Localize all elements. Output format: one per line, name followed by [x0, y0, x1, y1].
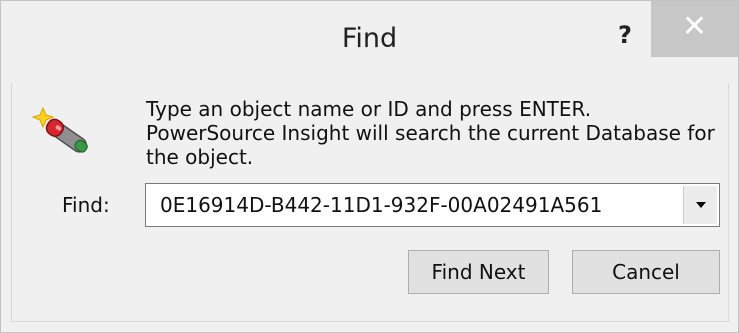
magic-wand-icon — [32, 106, 88, 153]
cancel-button[interactable]: Cancel — [572, 250, 720, 294]
find-label: Find: — [62, 193, 110, 217]
find-next-button[interactable]: Find Next — [408, 250, 549, 294]
instructions-line-2: PowerSource Insight will search the curr… — [146, 121, 715, 145]
chevron-down-icon — [695, 202, 706, 208]
find-input[interactable]: 0E16914D-B442-11D1-932F-00A02491A561 — [160, 193, 602, 217]
instructions-text: Type an object name or ID and press ENTE… — [146, 97, 716, 169]
help-button[interactable]: ? — [601, 15, 649, 55]
find-dialog: Find ? ✕ Type an object name or ID and p… — [0, 0, 739, 333]
title-bar: Find ? ✕ — [1, 1, 738, 83]
close-button[interactable]: ✕ — [651, 1, 738, 57]
close-icon: ✕ — [681, 9, 708, 44]
dialog-content: Type an object name or ID and press ENTE… — [11, 83, 729, 322]
find-combobox[interactable]: 0E16914D-B442-11D1-932F-00A02491A561 — [145, 183, 720, 227]
instructions-line-3: the object. — [146, 145, 254, 169]
instructions-line-1: Type an object name or ID and press ENTE… — [146, 97, 592, 121]
dropdown-button[interactable] — [683, 186, 717, 224]
